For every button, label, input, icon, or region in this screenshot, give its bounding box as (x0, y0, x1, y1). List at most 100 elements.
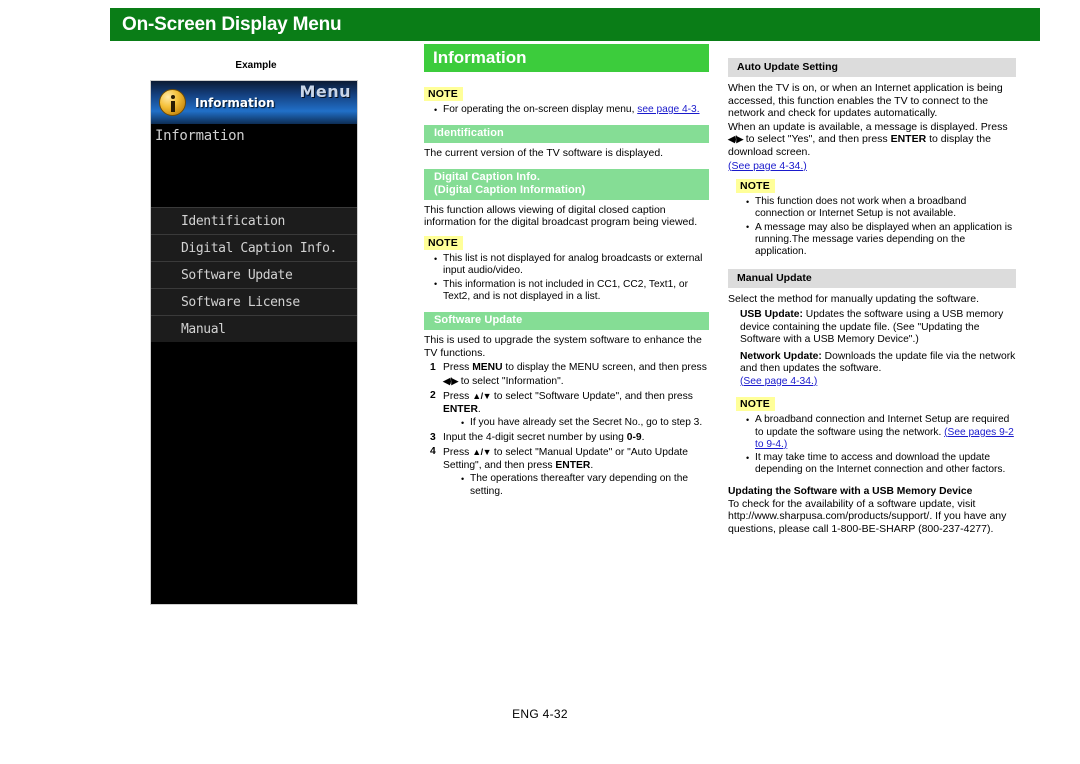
section-header-manual-update: Manual Update (728, 268, 1016, 288)
paragraph-text: When an update is available, a message i… (728, 120, 1008, 133)
section-header-software-update: Software Update (424, 312, 709, 331)
key-label: ◀/▶ (728, 134, 743, 145)
key-label: ▲/▼ (472, 447, 492, 458)
list-item: A broadband connection and Internet Setu… (746, 414, 1016, 451)
step-4: Press ▲/▼ to select "Manual Update" or "… (430, 446, 709, 498)
paragraph-text: to select "Yes", and then press (742, 133, 891, 146)
section-title: Software Update (434, 314, 523, 327)
key-label: MENU (472, 362, 503, 374)
manual-page: On-Screen Display Menu Example Informati… (0, 0, 1080, 764)
tv-spacer (151, 170, 357, 207)
note-badge: NOTE (736, 397, 775, 412)
section-title: Manual Update (737, 271, 812, 284)
information-column: Information NOTE For operating the on-sc… (424, 44, 709, 500)
tv-header-label: Information (195, 95, 275, 110)
list-item: If you have already set the Secret No., … (461, 417, 709, 430)
page-footer: ENG 4-32 (512, 707, 568, 721)
tv-menu-item-manual[interactable]: Manual (151, 315, 357, 342)
tv-menu-item-label: Software Update (181, 267, 293, 283)
step-text: . (590, 459, 594, 471)
page-link[interactable]: see page 4-3. (637, 104, 699, 115)
identification-body: The current version of the TV software i… (424, 147, 664, 160)
step-text: Press (443, 447, 473, 459)
list-item: The operations thereafter vary depending… (461, 473, 709, 498)
step-4-sub-list: The operations thereafter vary depending… (443, 473, 709, 498)
key-label: 0-9 (626, 431, 642, 443)
example-label: Example (235, 60, 277, 71)
page-title: On-Screen Display Menu (122, 13, 342, 35)
section-header-auto-update-setting: Auto Update Setting (728, 58, 1016, 77)
auto-update-note-list: This function does not work when a broad… (728, 196, 1016, 258)
software-update-body: This is used to upgrade the system softw… (424, 334, 702, 359)
list-item: This list is not displayed for analog br… (434, 253, 709, 278)
step-text: Press (443, 391, 473, 403)
note-badge: NOTE (736, 179, 775, 194)
section-subtitle: (Digital Caption Information) (434, 183, 586, 196)
note-badge: NOTE (424, 87, 463, 101)
auto-update-paragraph-1: When the TV is on, or when an Internet a… (728, 82, 1003, 120)
key-label: ENTER (555, 459, 591, 471)
section-header-identification: Identification (424, 125, 709, 144)
auto-update-paragraph-2: When an update is available, a message i… (728, 121, 1016, 159)
step-text: to select "Software Update", and then pr… (491, 391, 693, 403)
step-3: Input the 4-digit secret number by using… (430, 432, 709, 445)
step-text: to display the MENU screen, and then pre… (502, 362, 707, 374)
tv-menu-item-label: Digital Caption Info. (181, 240, 337, 256)
list-item: This function does not work when a broad… (746, 196, 1016, 221)
step-1: Press MENU to display the MENU screen, a… (430, 362, 709, 388)
tv-menu-item-label: Manual (181, 321, 226, 337)
key-label: ENTER (890, 133, 927, 146)
note-text: For operating the on-screen display menu… (443, 104, 638, 115)
definition-usb-update: USB Update: Updates the software using a… (728, 309, 1016, 347)
section-title: Digital Caption Info. (434, 170, 540, 183)
key-label: ENTER (443, 403, 478, 415)
tv-menu-item-identification[interactable]: Identification (151, 207, 357, 234)
update-settings-column: Auto Update Setting When the TV is on, o… (728, 48, 1016, 537)
usb-memory-device-heading: Updating the Software with a USB Memory … (728, 485, 973, 497)
tv-menu-item-digital-caption-info[interactable]: Digital Caption Info. (151, 234, 357, 261)
tv-menu-item-software-update[interactable]: Software Update (151, 261, 357, 288)
key-label: ▲/▼ (472, 391, 492, 402)
note-badge: NOTE (424, 236, 463, 251)
key-label: ◀/▶ (443, 375, 458, 386)
usb-memory-device-body: To check for the availability of a softw… (728, 497, 1007, 535)
list-item: It may take time to access and download … (746, 452, 1016, 477)
definition-term: Network Update: (740, 350, 822, 362)
digital-caption-body: This function allows viewing of digital … (424, 203, 698, 229)
software-update-steps: Press MENU to display the MENU screen, a… (424, 362, 709, 497)
tv-screen-title: Information (155, 128, 245, 144)
information-banner: Information (424, 44, 709, 72)
tv-menu-item-software-license[interactable]: Software License (151, 288, 357, 315)
definition-network-update: Network Update: Downloads the update fil… (728, 351, 1016, 389)
information-banner-label: Information (433, 48, 527, 67)
tv-screen-title-row: Information (151, 124, 357, 170)
digital-caption-note-list: This list is not displayed for analog br… (424, 253, 709, 303)
step-text: to select "Information". (457, 375, 564, 387)
info-circle-icon (159, 89, 186, 116)
step-text: Press (443, 362, 473, 374)
list-item: For operating the on-screen display menu… (434, 103, 709, 116)
step-2: Press ▲/▼ to select "Software Update", a… (430, 390, 709, 429)
tv-screen-example: Information Menu Information Identificat… (150, 80, 358, 605)
step-text: . (641, 431, 645, 443)
step-text: Input the 4-digit secret number by using (443, 431, 627, 443)
step-text: . (477, 403, 481, 415)
note-text: It may take time to access and download … (755, 452, 1006, 476)
tv-menu-word: Menu (299, 82, 351, 101)
list-item: This information is not included in CC1,… (434, 278, 709, 304)
tv-menu-item-label: Software License (181, 294, 300, 310)
section-title: Identification (434, 127, 504, 140)
intro-note-list: For operating the on-screen display menu… (424, 103, 709, 116)
section-header-digital-caption-info: Digital Caption Info. (Digital Caption I… (424, 168, 709, 200)
example-column: Example Information Menu Information Ide… (150, 60, 362, 605)
step-2-sub-list: If you have already set the Secret No., … (443, 417, 709, 430)
auto-update-page-link[interactable]: (See page 4-34.) (728, 160, 1016, 173)
definition-term: USB Update: (740, 309, 803, 321)
list-item: A message may also be displayed when an … (746, 221, 1016, 259)
section-title: Auto Update Setting (737, 61, 838, 73)
page-title-bar: On-Screen Display Menu (110, 8, 1040, 41)
manual-update-intro: Select the method for manually updating … (728, 292, 979, 305)
tv-menu-header: Information Menu (151, 81, 357, 124)
network-update-page-link[interactable]: (See page 4-34.) (740, 376, 1016, 389)
manual-update-note-list: A broadband connection and Internet Setu… (728, 414, 1016, 476)
